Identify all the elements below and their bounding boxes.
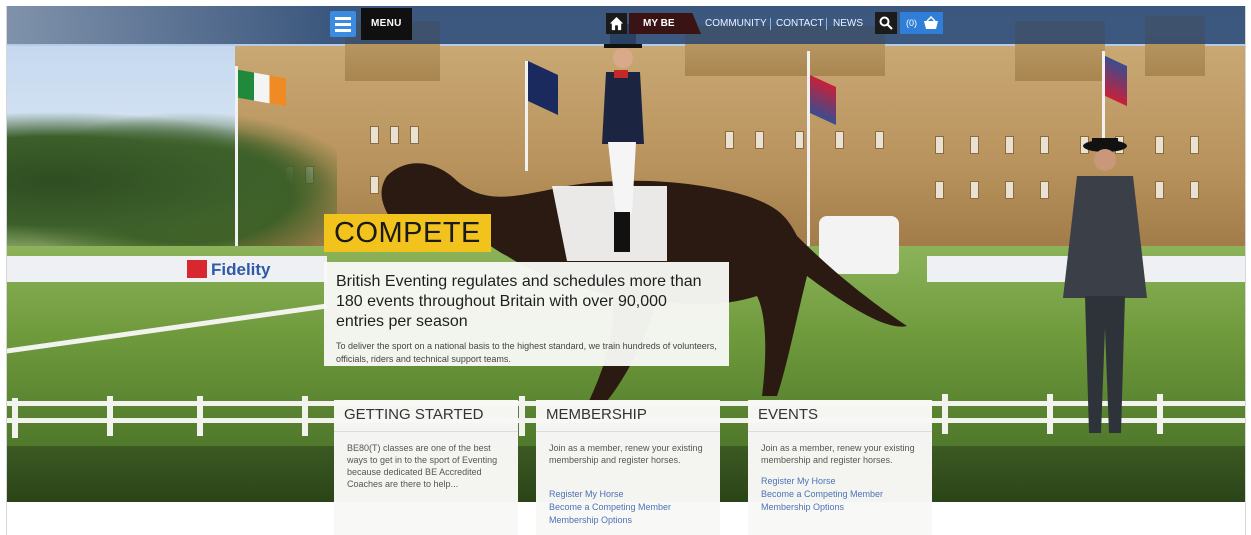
card-title[interactable]: MEMBERSHIP bbox=[536, 400, 720, 432]
home-icon[interactable] bbox=[606, 13, 627, 34]
rider bbox=[602, 24, 644, 252]
search-icon[interactable] bbox=[875, 12, 897, 34]
sponsor-logo: Fidelity bbox=[187, 260, 271, 280]
menu-button[interactable]: MENU bbox=[361, 8, 412, 40]
steward bbox=[1063, 138, 1147, 433]
register-my-horse-link[interactable]: Register My Horse bbox=[761, 475, 919, 488]
card-body: Join as a member, renew your existing me… bbox=[549, 443, 703, 465]
nav-link-contact[interactable]: CONTACT bbox=[776, 13, 824, 34]
page-frame: Fidelity MENU MY BE COMMUNITY CONTACT NE… bbox=[6, 6, 1246, 535]
membership-options-link[interactable]: Membership Options bbox=[761, 501, 919, 514]
become-competing-member-link[interactable]: Become a Competing Member bbox=[549, 501, 707, 514]
card-body: BE80(T) classes are one of the best ways… bbox=[347, 443, 498, 489]
card-links: Register My Horse Become a Competing Mem… bbox=[536, 488, 720, 527]
nav-divider bbox=[770, 18, 771, 30]
top-navigation-bar: MENU MY BE COMMUNITY CONTACT NEWS (0) bbox=[7, 6, 1245, 44]
card-links: Register My Horse Become a Competing Mem… bbox=[748, 475, 932, 514]
hamburger-menu-icon[interactable] bbox=[330, 11, 356, 37]
register-my-horse-link[interactable]: Register My Horse bbox=[549, 488, 707, 501]
card-membership: MEMBERSHIP Join as a member, renew your … bbox=[536, 400, 720, 535]
membership-options-link[interactable]: Membership Options bbox=[549, 514, 707, 527]
card-events: EVENTS Join as a member, renew your exis… bbox=[748, 400, 932, 535]
nav-link-community[interactable]: COMMUNITY bbox=[705, 13, 767, 34]
basket-icon bbox=[924, 16, 938, 29]
compete-headline: British Eventing regulates and schedules… bbox=[336, 273, 702, 330]
card-title[interactable]: GETTING STARTED bbox=[334, 400, 518, 432]
basket-button[interactable]: (0) bbox=[900, 12, 943, 34]
compete-description: To deliver the sport on a national basis… bbox=[336, 341, 717, 364]
compete-panel: British Eventing regulates and schedules… bbox=[324, 262, 729, 366]
trees bbox=[7, 111, 337, 251]
nav-divider bbox=[826, 18, 827, 30]
nav-link-news[interactable]: NEWS bbox=[833, 13, 863, 34]
card-title[interactable]: EVENTS bbox=[748, 400, 932, 432]
card-getting-started: GETTING STARTED BE80(T) classes are one … bbox=[334, 400, 518, 535]
sponsor-board bbox=[7, 256, 327, 282]
basket-count: (0) bbox=[906, 18, 917, 28]
card-body: Join as a member, renew your existing me… bbox=[761, 443, 915, 465]
my-be-button[interactable]: MY BE bbox=[629, 13, 701, 34]
become-competing-member-link[interactable]: Become a Competing Member bbox=[761, 488, 919, 501]
compete-heading: COMPETE bbox=[324, 214, 491, 252]
